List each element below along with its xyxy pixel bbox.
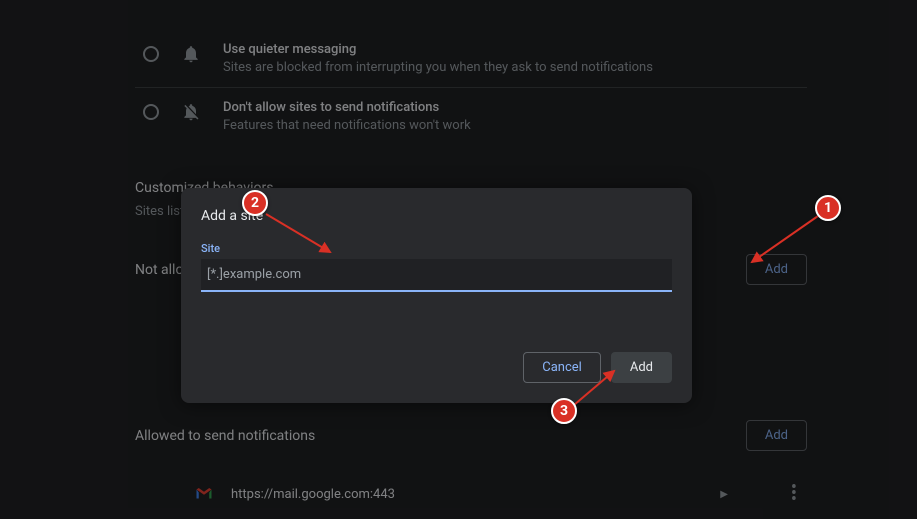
option-text: Use quieter messaging Sites are blocked … [223,42,653,75]
allowed-section: Allowed to send notifications Add [135,420,807,451]
kebab-icon[interactable]: ••• [781,481,807,507]
field-label: Site [201,242,672,255]
annotation-marker-1: 1 [815,195,841,221]
option-title: Use quieter messaging [223,42,653,57]
annotation-marker-2: 2 [242,190,268,216]
chevron-right-icon: ▶ [720,489,728,500]
gmail-icon [195,485,213,503]
option-text: Don't allow sites to send notifications … [223,100,471,133]
radio-icon [143,104,159,120]
dialog-title: Add a site [201,208,672,224]
dialog-actions: Cancel Add [201,352,672,383]
site-url: https://mail.google.com:443 [231,487,702,502]
option-title: Don't allow sites to send notifications [223,100,471,115]
bell-off-icon [181,102,201,126]
site-input[interactable] [201,259,672,292]
bell-icon [181,44,201,68]
add-button[interactable]: Add [746,254,807,285]
cancel-button[interactable]: Cancel [523,352,601,383]
add-confirm-button[interactable]: Add [611,352,672,383]
radio-icon [143,46,159,62]
option-desc: Features that need notifications won't w… [223,118,471,133]
option-quieter-messaging[interactable]: Use quieter messaging Sites are blocked … [135,30,807,88]
annotation-marker-3: 3 [551,398,577,424]
add-site-dialog: Add a site Site Cancel Add [181,188,692,403]
option-block-notifications[interactable]: Don't allow sites to send notifications … [135,88,807,145]
add-button[interactable]: Add [746,420,807,451]
site-row-gmail[interactable]: https://mail.google.com:443 ▶ ••• [135,469,807,519]
section-title: Allowed to send notifications [135,428,315,444]
option-desc: Sites are blocked from interrupting you … [223,60,653,75]
